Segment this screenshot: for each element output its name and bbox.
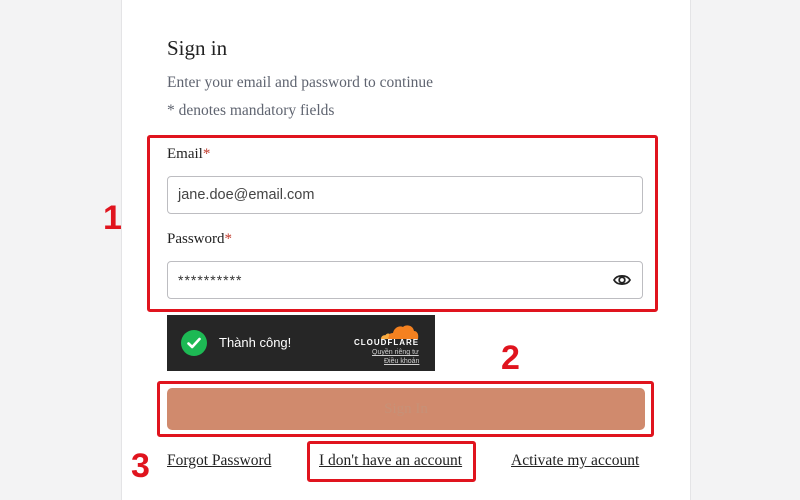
captcha-status: Thành công! <box>219 335 292 350</box>
annotation-box-no-account <box>307 441 476 482</box>
mandatory-note: * denotes mandatory fields <box>167 102 335 119</box>
annotation-number-1: 1 <box>103 199 122 237</box>
page-subtitle: Enter your email and password to continu… <box>167 74 434 91</box>
success-check-icon <box>181 330 207 356</box>
annotation-number-3: 3 <box>131 447 150 485</box>
privacy-link[interactable]: Quyền riêng tư <box>372 349 419 356</box>
activate-account-link[interactable]: Activate my account <box>511 452 639 470</box>
page-title: Sign in <box>167 36 228 60</box>
annotation-number-2: 2 <box>501 339 520 377</box>
annotation-box-sign-in <box>157 381 654 437</box>
terms-link[interactable]: Điều khoản <box>384 358 419 365</box>
annotation-box-credentials <box>147 135 658 312</box>
forgot-password-link[interactable]: Forgot Password <box>167 452 271 470</box>
cloudflare-captcha-widget: Thành công! CLOUDFLARE Quyền riêng tư Đi… <box>167 315 435 371</box>
cloudflare-brand: CLOUDFLARE <box>354 338 420 347</box>
